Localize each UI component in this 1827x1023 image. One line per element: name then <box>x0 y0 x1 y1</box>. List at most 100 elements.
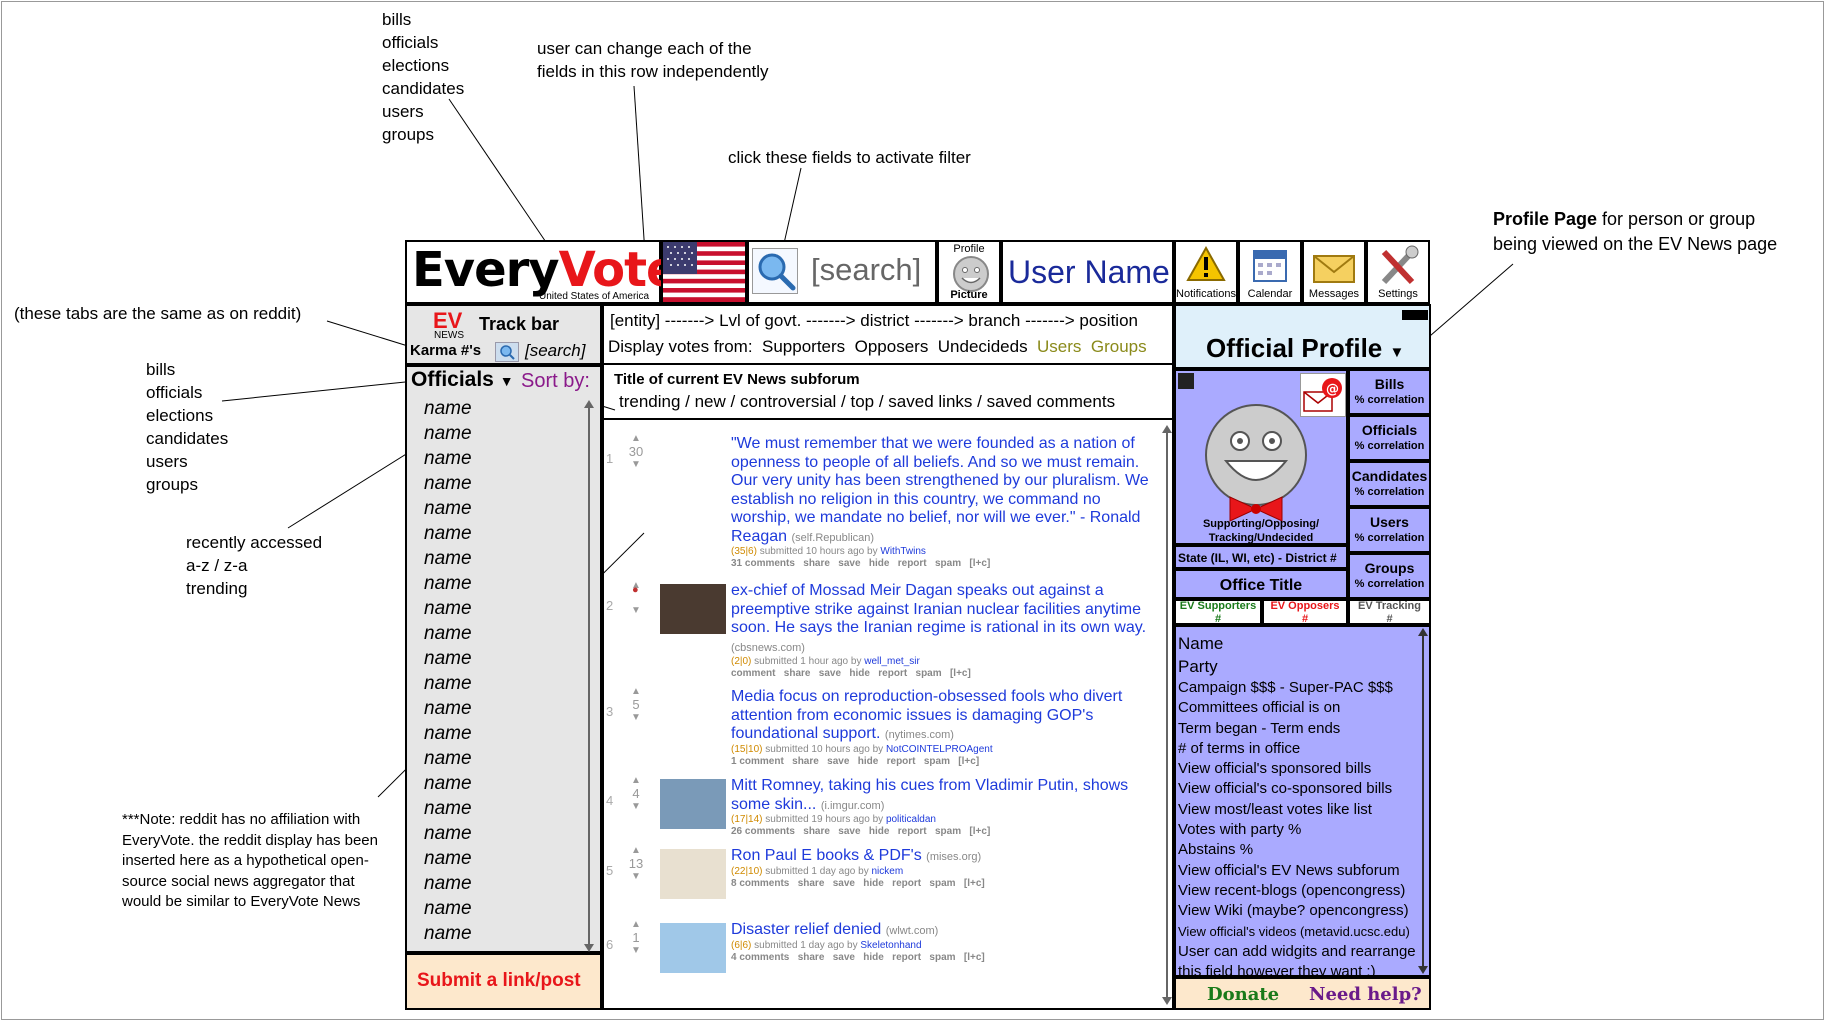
downvote-icon[interactable]: ▼ <box>618 605 654 616</box>
settings-button[interactable]: Settings <box>1366 240 1430 304</box>
users-correlation[interactable]: Users % correlation <box>1348 507 1431 553</box>
link-user[interactable]: WithTwins <box>880 546 926 557</box>
profile-scrollbar[interactable] <box>1417 628 1429 974</box>
profile-info-item[interactable]: View recent-blogs (opencongress) <box>1178 881 1416 901</box>
sidebar-name-item[interactable]: name <box>424 498 472 520</box>
sidebar-name-item[interactable]: name <box>424 748 472 770</box>
sidebar-name-item[interactable]: name <box>424 698 472 720</box>
filter-opposers[interactable]: Opposers <box>855 337 929 356</box>
profile-header[interactable]: Official Profile ▼ <box>1174 304 1431 369</box>
link-user[interactable]: well_met_sir <box>864 656 920 667</box>
donate-button[interactable]: Donate <box>1207 984 1279 1005</box>
main-scrollbar[interactable] <box>1161 425 1173 1005</box>
link-title[interactable]: ex-chief of Mossad Meir Dagan speaks out… <box>731 582 1146 636</box>
candidates-correlation[interactable]: Candidates % correlation <box>1348 461 1431 507</box>
link-domain[interactable]: (mises.org) <box>926 851 981 863</box>
profile-info-item[interactable]: Abstains % <box>1178 840 1416 860</box>
sidebar-name-item[interactable]: name <box>424 848 472 870</box>
link-actions[interactable]: 8 comments share save hide report spam [… <box>731 878 1156 890</box>
link-domain[interactable]: (i.imgur.com) <box>821 800 885 812</box>
filter-undecideds[interactable]: Undecideds <box>938 337 1028 356</box>
profile-info-item[interactable]: View most/least votes like list <box>1178 800 1416 820</box>
profile-info-item[interactable]: Votes with party % <box>1178 820 1416 840</box>
sidebar-name-item[interactable]: name <box>424 673 472 695</box>
filter-path[interactable]: [entity] -------> Lvl of govt. -------> … <box>610 311 1138 331</box>
profile-info-item[interactable]: View official's EV News subforum <box>1178 861 1416 881</box>
search-input[interactable]: [search] <box>811 252 921 288</box>
link-user[interactable]: Skeletonhand <box>860 940 921 951</box>
upvote-icon[interactable]: ▲ <box>618 433 654 444</box>
link-user[interactable]: NotCOINTELPROAgent <box>886 744 993 755</box>
sidebar-name-item[interactable]: name <box>424 573 472 595</box>
ev-tracking[interactable]: EV Tracking # <box>1348 599 1431 625</box>
link-user[interactable]: nickem <box>871 866 903 877</box>
profile-info-item[interactable]: View official's sponsored bills <box>1178 759 1416 779</box>
select-square[interactable] <box>1178 373 1194 389</box>
upvote-icon[interactable]: ▲ <box>618 686 654 697</box>
trackbar-search-input[interactable]: [search] <box>525 341 585 361</box>
downvote-icon[interactable]: ▼ <box>618 459 654 470</box>
sidebar-name-item[interactable]: name <box>424 473 472 495</box>
help-button[interactable]: Need help? <box>1309 984 1422 1005</box>
link-domain[interactable]: (cbsnews.com) <box>731 642 805 654</box>
ev-opposers[interactable]: EV Opposers # <box>1262 599 1348 625</box>
downvote-icon[interactable]: ▼ <box>618 712 654 723</box>
link-thumbnail[interactable] <box>660 779 726 829</box>
search-icon[interactable] <box>752 248 798 294</box>
link-actions[interactable]: 31 comments share save hide report spam … <box>731 558 1156 570</box>
link-thumbnail[interactable] <box>660 849 726 899</box>
link-title[interactable]: Mitt Romney, taking his cues from Vladim… <box>731 777 1128 813</box>
notifications-button[interactable]: Notifications <box>1174 240 1238 304</box>
downvote-icon[interactable]: ▼ <box>618 801 654 812</box>
sidebar-name-item[interactable]: name <box>424 823 472 845</box>
messages-button[interactable]: Messages <box>1302 240 1366 304</box>
link-title[interactable]: Disaster relief denied <box>731 921 881 938</box>
ev-supporters[interactable]: EV Supporters # <box>1174 599 1262 625</box>
karma-search-icon[interactable] <box>495 342 519 362</box>
sidebar-name-item[interactable]: name <box>424 648 472 670</box>
bills-correlation[interactable]: Bills % correlation <box>1348 369 1431 415</box>
subforum-tabs[interactable]: trending / new / controversial / top / s… <box>619 392 1115 412</box>
link-domain[interactable]: (self.Republican) <box>792 532 875 544</box>
sidebar-name-item[interactable]: name <box>424 423 472 445</box>
logo-box[interactable]: EveryVote United States of America <box>405 240 679 304</box>
link-actions[interactable]: 1 comment share save hide report spam [l… <box>731 756 1156 768</box>
sidebar-name-item[interactable]: name <box>424 798 472 820</box>
sidebar-name-item[interactable]: name <box>424 873 472 895</box>
link-actions[interactable]: 26 comments share save hide report spam … <box>731 826 1156 838</box>
search-box[interactable]: [search] <box>747 240 937 304</box>
profile-info-item[interactable]: View official's co-sponsored bills <box>1178 779 1416 799</box>
profile-picture[interactable]: Profile Picture <box>937 240 1001 304</box>
user-name[interactable]: User Name <box>1008 254 1170 291</box>
sidebar-scrollbar[interactable] <box>583 400 595 952</box>
link-thumbnail[interactable] <box>660 584 726 634</box>
user-name-box[interactable]: User Name <box>1001 240 1174 304</box>
sidebar-name-item[interactable]: name <box>424 623 472 645</box>
upvote-icon[interactable]: ▲ <box>618 775 654 786</box>
link-title[interactable]: "We must remember that we were founded a… <box>731 435 1149 545</box>
filter-groups[interactable]: Groups <box>1091 337 1147 356</box>
sidebar-name-item[interactable]: name <box>424 523 472 545</box>
flag-icon[interactable] <box>661 240 747 304</box>
profile-info-item[interactable]: User can add widgits and rearrange <box>1178 942 1416 962</box>
sidebar-name-item[interactable]: name <box>424 398 472 420</box>
sidebar-name-item[interactable]: name <box>424 598 472 620</box>
link-actions[interactable]: comment share save hide report spam [l+c… <box>731 668 1156 680</box>
link-actions[interactable]: 4 comments share save hide report spam [… <box>731 952 1156 964</box>
link-thumbnail[interactable] <box>660 923 726 973</box>
sidebar-name-item[interactable]: name <box>424 548 472 570</box>
link-domain[interactable]: (wlwt.com) <box>886 925 939 937</box>
sidebar-name-item[interactable]: name <box>424 898 472 920</box>
sidebar-name-item[interactable]: name <box>424 448 472 470</box>
filter-users[interactable]: Users <box>1037 337 1081 356</box>
sidebar-name-item[interactable]: name <box>424 723 472 745</box>
calendar-button[interactable]: Calendar <box>1238 240 1302 304</box>
submit-link-button[interactable]: Submit a link/post <box>405 953 602 1010</box>
downvote-icon[interactable]: ▼ <box>618 871 654 882</box>
upvote-icon[interactable]: ▲ <box>618 919 654 930</box>
link-title[interactable]: Ron Paul E books & PDF's <box>731 847 922 864</box>
link-domain[interactable]: (nytimes.com) <box>885 729 954 741</box>
filter-supporters[interactable]: Supporters <box>762 337 845 356</box>
downvote-icon[interactable]: ▼ <box>618 945 654 956</box>
groups-correlation[interactable]: Groups % correlation <box>1348 553 1431 599</box>
